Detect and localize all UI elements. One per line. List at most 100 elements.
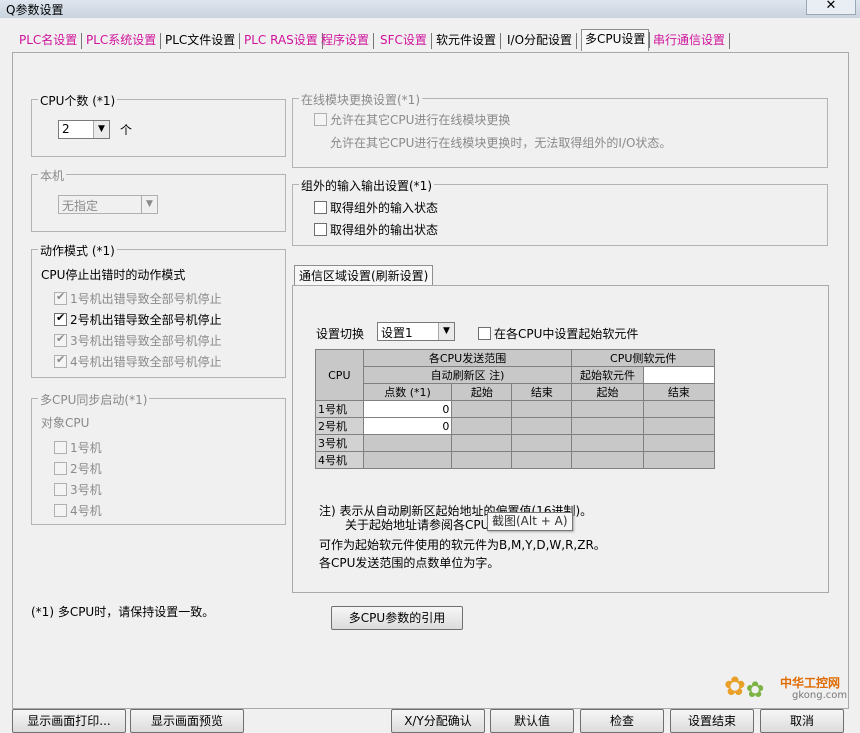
action-mode-label-2: 2号机出错导致全部号机停止 xyxy=(70,313,222,327)
outgroup-io-legend: 组外的输入输出设置(*1) xyxy=(299,177,434,194)
dev-end-header: 结束 xyxy=(642,383,716,401)
action-mode-checkbox-3[interactable]: ✔ xyxy=(54,332,67,347)
note-2: 关于起始地址请参阅各CPU xyxy=(345,518,490,532)
tab-3[interactable]: PLC RAS设置 xyxy=(241,31,323,50)
print-button[interactable]: 显示画面打印... xyxy=(12,709,126,733)
table-row: 3号机 xyxy=(315,434,716,452)
table-row: 4号机 xyxy=(315,451,716,469)
note-4: 各CPU发送范围的点数单位为字。 xyxy=(319,556,500,570)
tab-label: 串行通信设置 xyxy=(653,33,726,47)
sync-cpu-checkbox-2[interactable] xyxy=(54,462,67,475)
cancel-button[interactable]: 取消 xyxy=(760,709,844,733)
points-header: 点数 (*1) xyxy=(362,383,453,401)
tab-7[interactable]: I/O分配设置 xyxy=(504,31,578,50)
row-cpu-name: 4号机 xyxy=(315,451,364,469)
tab-comm-area[interactable]: 通信区域设置(刷新设置) xyxy=(294,265,434,286)
watermark-url: gkong.com xyxy=(792,690,848,701)
start-header: 起始 xyxy=(451,383,513,401)
watermark-text: 中华工控网 xyxy=(780,676,841,690)
tab-5[interactable]: SFC设置 xyxy=(377,31,432,50)
table-cell xyxy=(511,417,573,435)
row-cpu-name: 2号机 xyxy=(315,417,364,435)
action-mode-checkbox-1[interactable]: ✔ xyxy=(54,290,67,305)
table-cell xyxy=(571,417,644,435)
tab-label: 多CPU设置 xyxy=(585,32,646,46)
switch-label: 设置切换 xyxy=(316,327,365,341)
input-state-label: 取得组外的输入状态 xyxy=(330,201,439,215)
preview-button[interactable]: 显示画面预览 xyxy=(130,709,244,733)
table-row: 1号机 0 xyxy=(315,400,716,418)
finish-button[interactable]: 设置结束 xyxy=(670,709,754,733)
tab-0[interactable]: PLC名设置 xyxy=(16,31,83,50)
cpu-count-group: CPU个数 (*1) 2 ▼ 个 xyxy=(31,92,286,157)
action-mode-checkbox-2[interactable]: ✔ xyxy=(54,311,67,326)
sync-cpu-checkbox-4[interactable] xyxy=(54,504,67,517)
tab-label: 软元件设置 xyxy=(436,33,497,47)
tab-2[interactable]: PLC文件设置 xyxy=(162,31,241,50)
cpu-header: CPU xyxy=(315,349,364,401)
check-icon: ✔ xyxy=(56,353,66,366)
row-cpu-name: 1号机 xyxy=(315,400,364,418)
cpu-count-select[interactable]: 2 ▼ xyxy=(58,120,110,139)
gear-icon: ✿ xyxy=(724,672,746,702)
close-button[interactable]: ✕ xyxy=(806,0,856,15)
check-icon: ✔ xyxy=(56,332,66,345)
tab-8[interactable]: 多CPU设置 xyxy=(581,29,651,51)
action-mode-label-1: 1号机出错导致全部号机停止 xyxy=(70,292,222,306)
target-cpu-label: 对象CPU xyxy=(41,416,90,430)
chevron-down-icon[interactable]: ▼ xyxy=(438,323,454,340)
sync-cpu-label-1: 1号机 xyxy=(70,441,102,455)
start-device-checkbox-label: 在各CPU中设置起始软元件 xyxy=(494,327,639,341)
start-device-input[interactable] xyxy=(642,366,716,384)
tab-9[interactable]: 串行通信设置 xyxy=(650,31,731,50)
check-button[interactable]: 检查 xyxy=(580,709,664,733)
tab-separator xyxy=(373,33,375,49)
cpu-count-value: 2 xyxy=(62,122,70,136)
tab-label: PLC系统设置 xyxy=(86,33,157,47)
table-cell xyxy=(642,451,716,469)
xy-confirm-button[interactable]: X/Y分配确认 xyxy=(391,709,485,733)
start-device-checkbox[interactable] xyxy=(478,327,491,340)
tab-6[interactable]: 软元件设置 xyxy=(433,31,502,50)
tab-1[interactable]: PLC系统设置 xyxy=(83,31,162,50)
input-state-checkbox[interactable] xyxy=(314,201,327,214)
screenshot-tooltip: 截图(Alt + A) xyxy=(487,512,573,531)
online-module-checkbox[interactable] xyxy=(314,113,327,126)
tab-label: I/O分配设置 xyxy=(507,33,573,47)
cpu-count-legend: CPU个数 (*1) xyxy=(38,92,118,109)
start-device-header: 起始软元件 xyxy=(571,366,644,384)
end-header: 结束 xyxy=(511,383,573,401)
table-cell xyxy=(362,434,453,452)
send-range-header: 各CPU发送范围 xyxy=(362,349,573,367)
cpu-device-header: CPU侧软元件 xyxy=(571,349,715,367)
watermark-logo: ✿ ✿ 中华工控网 gkong.com xyxy=(720,670,855,706)
chevron-down-icon[interactable]: ▼ xyxy=(141,196,157,213)
tab-4[interactable]: 程序设置 xyxy=(318,31,375,50)
check-icon: ✔ xyxy=(56,311,66,324)
gear-icon: ✿ xyxy=(746,678,765,703)
chevron-down-icon[interactable]: ▼ xyxy=(93,121,109,138)
this-machine-value: 无指定 xyxy=(62,199,99,213)
output-state-checkbox[interactable] xyxy=(314,223,327,236)
action-mode-subtitle: CPU停止出错时的动作模式 xyxy=(41,268,186,282)
default-button[interactable]: 默认值 xyxy=(490,709,574,733)
tab-separator xyxy=(729,33,731,49)
tab-label: PLC文件设置 xyxy=(165,33,236,47)
table-cell xyxy=(642,434,716,452)
table-cell xyxy=(362,451,453,469)
footnote: (*1) 多CPU时，请保持设置一致。 xyxy=(31,605,215,619)
table-cell xyxy=(511,434,573,452)
this-machine-select[interactable]: 无指定 ▼ xyxy=(58,195,158,214)
multi-cpu-ref-button[interactable]: 多CPU参数的引用 xyxy=(331,606,463,630)
table-cell xyxy=(571,451,644,469)
sync-cpu-checkbox-1[interactable] xyxy=(54,441,67,454)
note-3: 可作为起始软元件使用的软元件为B,M,Y,D,W,R,ZR。 xyxy=(319,538,606,552)
action-mode-checkbox-4[interactable]: ✔ xyxy=(54,353,67,368)
online-module-group: 在线模块更换设置(*1) 允许在其它CPU进行在线模块更换 允许在其它CPU进行… xyxy=(292,91,828,168)
title-bar: Q参数设置 ✕ xyxy=(0,0,860,18)
sync-cpu-checkbox-3[interactable] xyxy=(54,483,67,496)
points-cell[interactable]: 0 xyxy=(362,417,453,435)
setting-switch-select[interactable]: 设置1 ▼ xyxy=(377,322,455,341)
points-cell[interactable]: 0 xyxy=(362,400,453,418)
action-mode-legend: 动作模式 (*1) xyxy=(38,242,117,259)
